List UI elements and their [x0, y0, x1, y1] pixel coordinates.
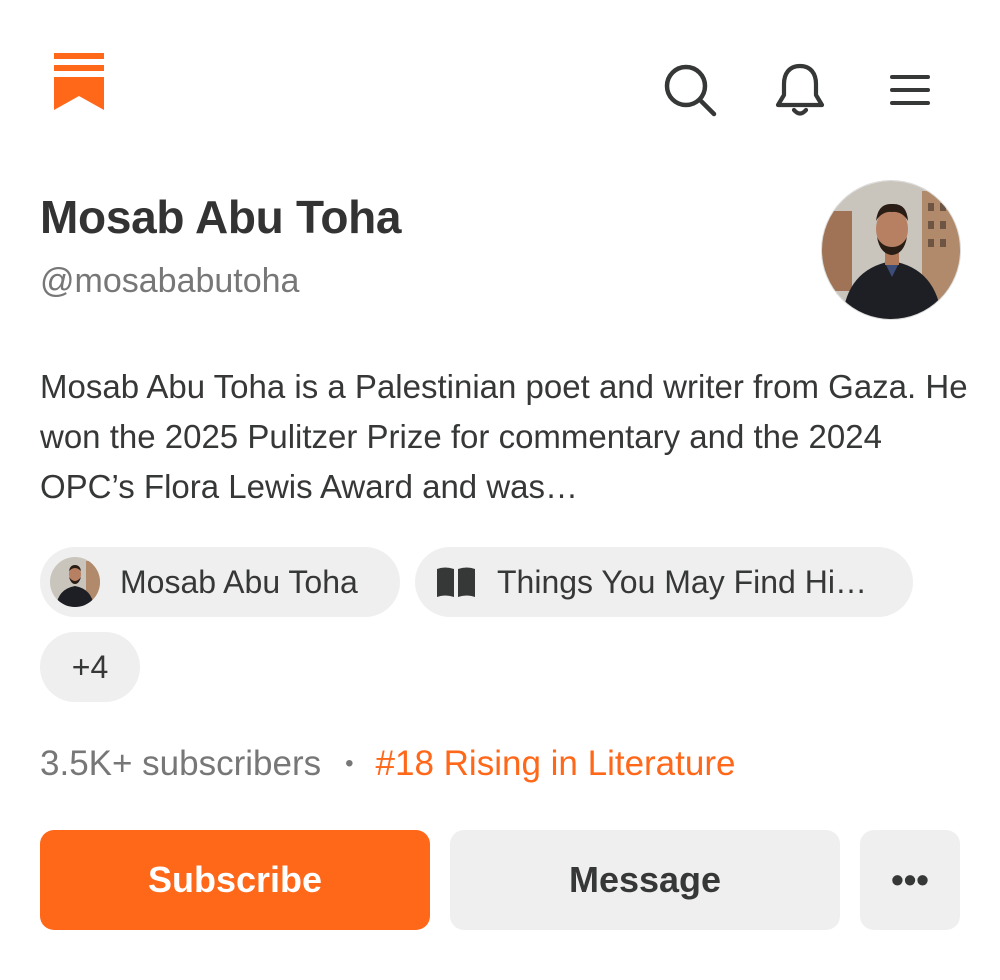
author-chip-label: Mosab Abu Toha: [120, 563, 358, 600]
more-publications-count: +4: [71, 648, 109, 685]
bell-icon[interactable]: [772, 62, 828, 118]
book-icon: [435, 565, 477, 599]
ellipsis-icon: •••: [891, 859, 929, 900]
stats-separator: •: [345, 750, 354, 777]
publication-chip-label: Things You May Find Hi…: [497, 563, 867, 600]
profile-handle: @mosababutoha: [40, 262, 300, 300]
publication-chip[interactable]: Things You May Find Hi…: [415, 547, 913, 617]
author-chip[interactable]: Mosab Abu Toha: [40, 547, 400, 617]
hamburger-menu-icon[interactable]: [882, 62, 938, 118]
substack-logo-icon[interactable]: [54, 53, 106, 113]
subscribe-button[interactable]: Subscribe: [40, 830, 430, 930]
message-button[interactable]: Message: [450, 830, 840, 930]
rising-rank-link[interactable]: #18 Rising in Literature: [376, 744, 736, 784]
more-publications-chip[interactable]: +4: [40, 632, 140, 702]
more-options-button[interactable]: •••: [860, 830, 960, 930]
search-icon[interactable]: [662, 62, 718, 118]
author-chip-avatar: [50, 557, 100, 607]
profile-avatar[interactable]: [821, 180, 961, 320]
profile-bio: Mosab Abu Toha is a Palestinian poet and…: [40, 368, 968, 505]
message-button-label: Message: [568, 859, 722, 900]
profile-stats: 3.5K+ subscribers • #18 Rising in Litera…: [40, 744, 735, 784]
subscribe-button-label: Subscribe: [147, 859, 323, 900]
subscriber-count: 3.5K+ subscribers: [40, 744, 322, 783]
profile-name: Mosab Abu Toha: [40, 191, 402, 243]
